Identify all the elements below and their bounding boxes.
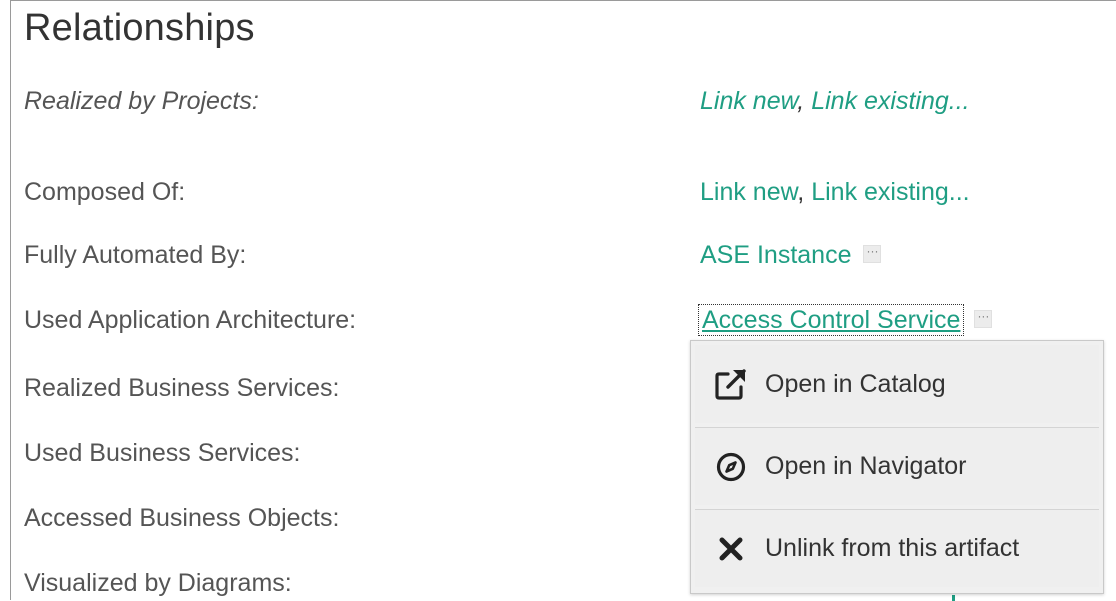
row-value-realized-by-projects: Link new, Link existing... [700, 87, 970, 116]
open-external-icon [711, 364, 751, 404]
ase-instance-link[interactable]: ASE Instance [700, 241, 851, 269]
menu-item-label: Open in Catalog [765, 369, 946, 398]
row-label-used-business-services: Used Business Services: [24, 439, 301, 467]
row-value-composed-of: Link new, Link existing... [700, 178, 970, 207]
link-existing-link[interactable]: Link existing... [811, 87, 969, 115]
hidden-link-fragment [952, 595, 955, 601]
menu-item-open-in-navigator[interactable]: Open in Navigator [695, 427, 1099, 505]
access-control-service-link[interactable]: Access Control Service [697, 304, 965, 336]
menu-item-open-in-catalog[interactable]: Open in Catalog [695, 345, 1099, 423]
link-new-link[interactable]: Link new [700, 178, 797, 206]
row-label-accessed-business-objects: Accessed Business Objects: [24, 504, 340, 532]
row-label-composed-of: Composed Of: [24, 178, 186, 206]
menu-item-label: Unlink from this artifact [765, 534, 1020, 562]
link-separator: , [797, 87, 805, 115]
menu-item-unlink-from-this-artifact[interactable]: Unlink from this artifact [695, 509, 1099, 587]
more-options-button[interactable]: ··· [974, 310, 993, 329]
menu-item-label: Open in Navigator [765, 452, 967, 480]
link-existing-link[interactable]: Link existing... [811, 178, 969, 206]
row-label-visualized-by-diagrams: Visualized by Diagrams: [24, 569, 292, 597]
row-value-used-application-architecture: Access Control Service ··· [697, 304, 993, 336]
link-separator: , [797, 178, 805, 206]
row-label-fully-automated-by: Fully Automated By: [24, 241, 247, 269]
more-options-button[interactable]: ··· [863, 245, 882, 264]
row-label-realized-business-services: Realized Business Services: [24, 374, 340, 402]
link-new-link[interactable]: Link new [700, 87, 797, 115]
row-label-realized-by-projects: Realized by Projects: [24, 87, 259, 115]
compass-icon [711, 447, 751, 487]
section-title: Relationships [24, 7, 255, 49]
row-value-fully-automated-by: ASE Instance ··· [700, 241, 882, 270]
close-x-icon [711, 529, 751, 569]
row-label-used-application-architecture: Used Application Architecture: [24, 306, 357, 334]
context-menu: Open in Catalog Open in Navigator Unlink… [690, 340, 1104, 594]
